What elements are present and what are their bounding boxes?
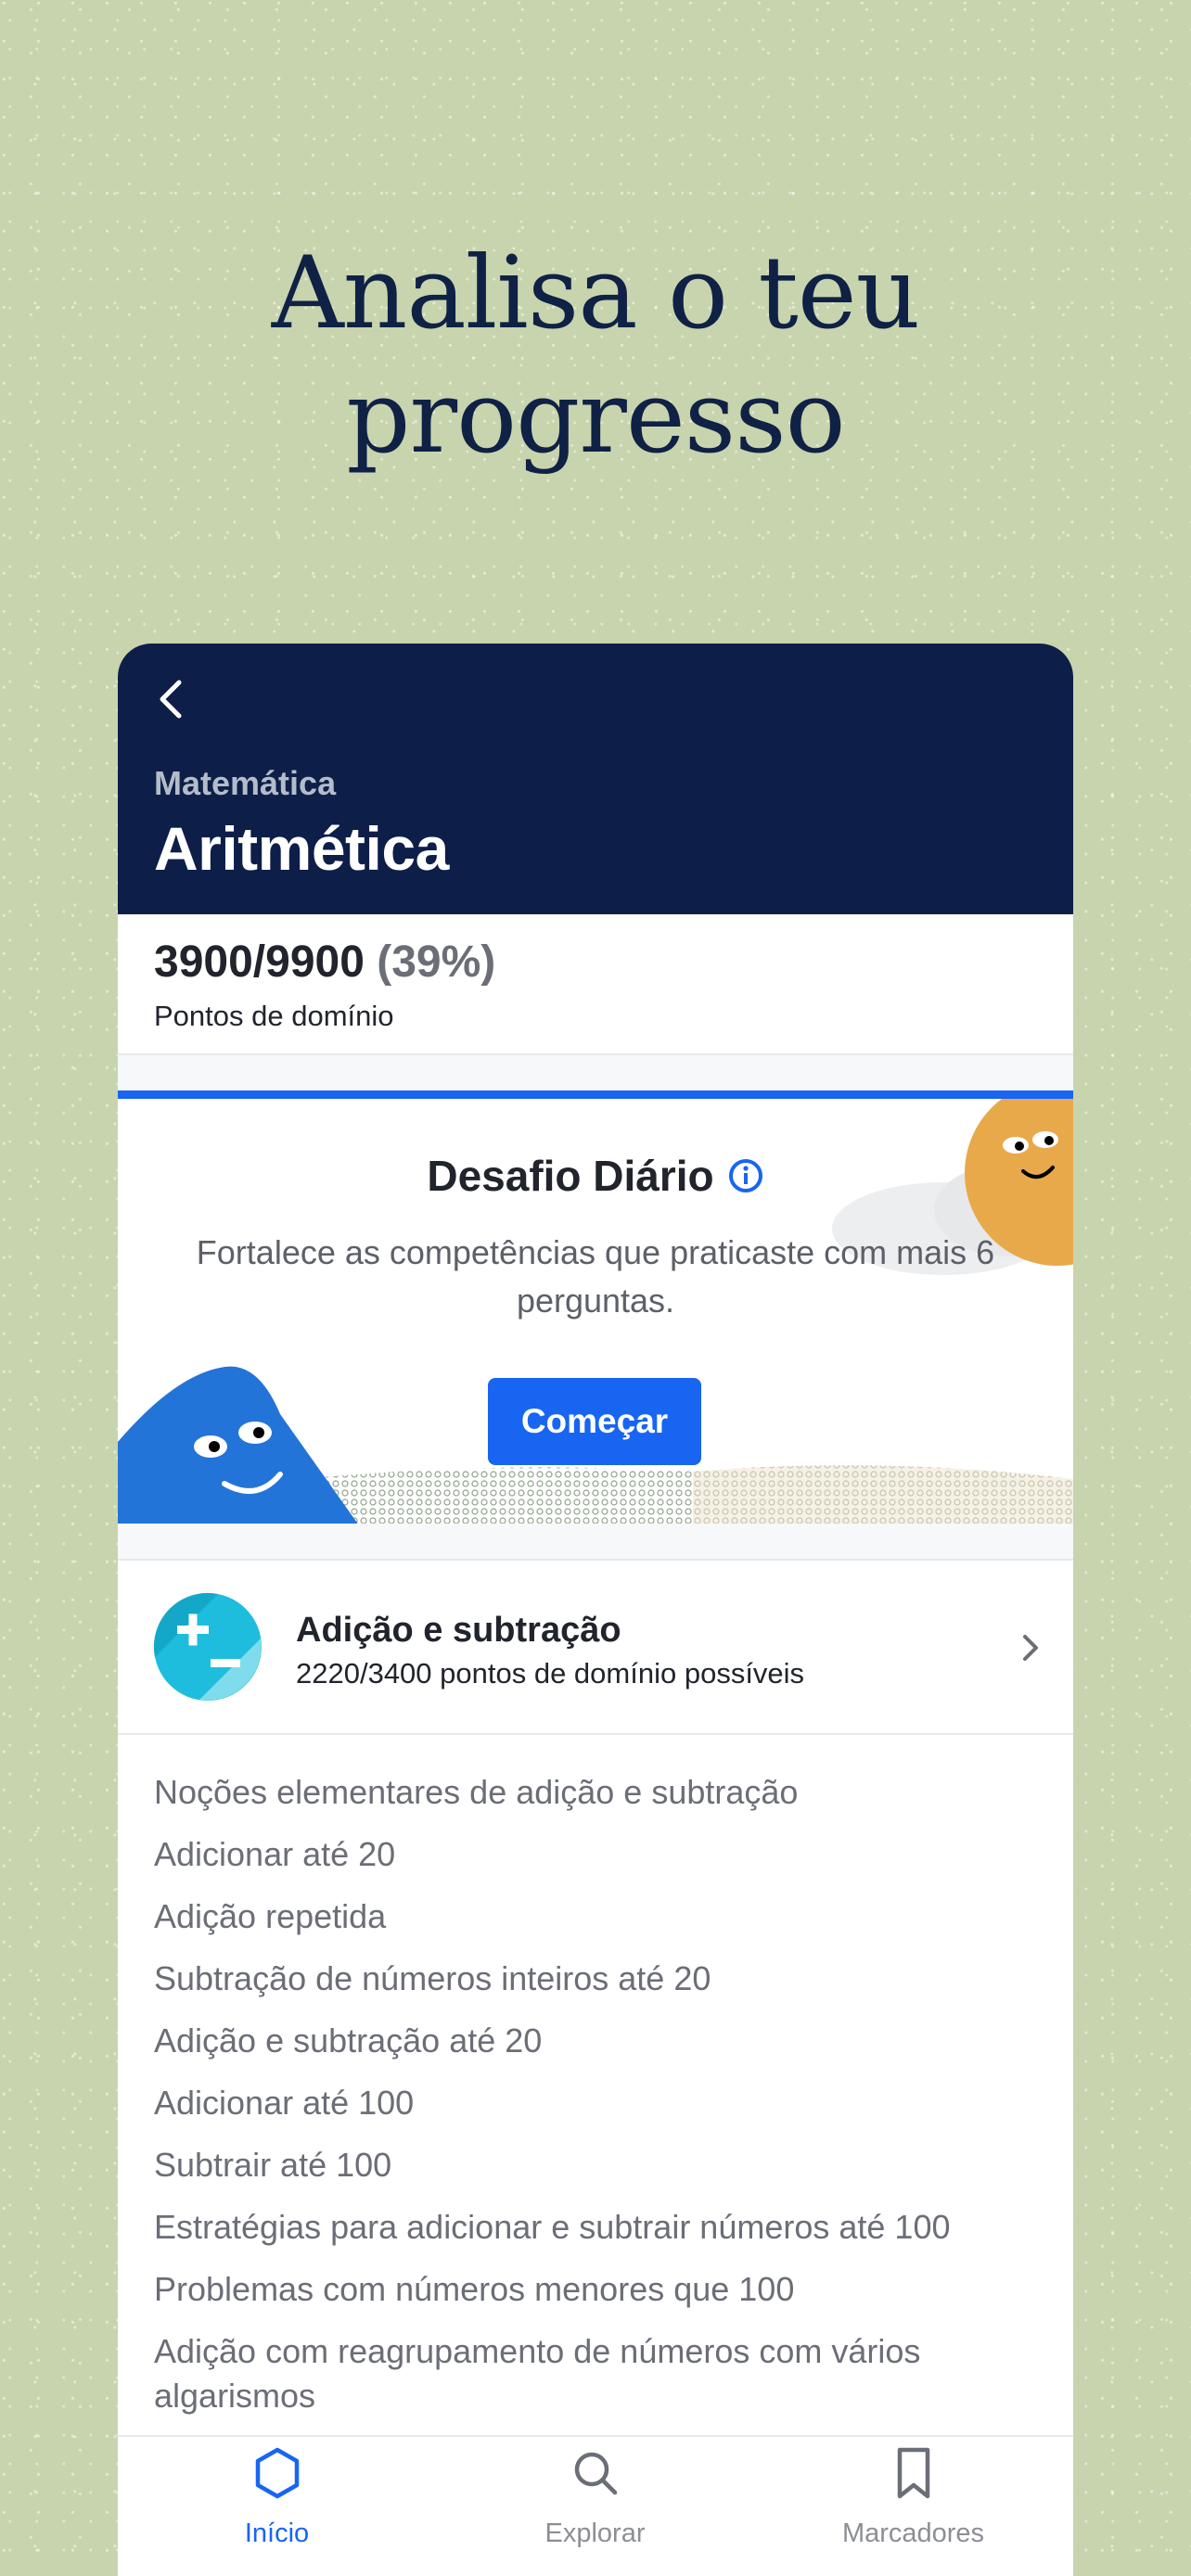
skill-row-addition-subtraction[interactable]: Adição e subtração 2220/3400 pontos de d… — [118, 1561, 1073, 1735]
mastery-points: 3900/9900 (39%) Pontos de domínio — [118, 914, 1073, 1055]
headline-line-1: Analisa o teu — [271, 236, 920, 351]
page-headline: Analisa o teu progresso — [0, 232, 1191, 480]
bottom-tab-bar: Início Explorar Marcadores — [118, 2435, 1073, 2576]
plus-minus-icon — [153, 1592, 262, 1701]
topic-item[interactable]: Problemas com números menores que 100 — [154, 2267, 1037, 2312]
points-percent: (39%) — [377, 937, 496, 987]
phone-screen: Matemática Aritmética 3900/9900 (39%) Po… — [118, 644, 1073, 2576]
tab-home[interactable]: Início — [118, 2437, 436, 2576]
daily-challenge-title-text: Desafio Diário — [427, 1152, 714, 1200]
topic-list: Noções elementares de adição e subtração… — [118, 1735, 1073, 2418]
blue-character-illustration — [118, 1366, 358, 1524]
topic-item[interactable]: Estratégias para adicionar e subtrair nú… — [154, 2205, 1037, 2250]
chevron-right-icon — [1023, 1635, 1038, 1661]
daily-challenge-description: Fortalece as competências que praticaste… — [196, 1233, 995, 1320]
skill-name: Adição e subtração — [296, 1611, 621, 1650]
bookmark-icon — [897, 2447, 929, 2499]
topic-item[interactable]: Adicionar até 20 — [154, 1832, 1037, 1877]
start-challenge-button[interactable]: Começar — [488, 1378, 701, 1465]
topic-item[interactable]: Noções elementares de adição e subtração — [154, 1770, 1037, 1815]
unit-header: Matemática Aritmética — [118, 644, 1073, 914]
info-icon[interactable] — [727, 1157, 764, 1194]
topic-item[interactable]: Adição repetida — [154, 1894, 1037, 1939]
skill-points: 2220/3400 pontos de domínio possíveis — [296, 1657, 805, 1690]
topic-item[interactable]: Adição e subtração até 20 — [154, 2019, 1037, 2063]
section-divider — [118, 1524, 1073, 1561]
subject-label: Matemática — [154, 764, 337, 802]
hexagon-icon — [255, 2447, 299, 2499]
tab-explore[interactable]: Explorar — [436, 2437, 754, 2576]
tab-bookmarks[interactable]: Marcadores — [754, 2437, 1072, 2576]
topic-item[interactable]: Adição com reagrupamento de números com … — [154, 2329, 1037, 2418]
tab-home-label: Início — [244, 2519, 310, 2548]
points-value: 3900/9900 — [154, 937, 365, 987]
section-divider — [118, 1055, 1073, 1090]
topic-item[interactable]: Subtrair até 100 — [154, 2143, 1037, 2187]
headline-line-2: progresso — [346, 360, 845, 476]
topic-item[interactable]: Subtração de números inteiros até 20 — [154, 1957, 1037, 2001]
search-icon — [574, 2452, 617, 2495]
tab-explore-label: Explorar — [544, 2519, 646, 2548]
mastery-points-value: 3900/9900 (39%) — [154, 937, 495, 988]
mastery-points-label: Pontos de domínio — [154, 1000, 394, 1032]
topic-item[interactable]: Adicionar até 100 — [154, 2081, 1037, 2125]
daily-challenge-title: Desafio Diário — [118, 1151, 1073, 1201]
tab-bookmarks-label: Marcadores — [841, 2519, 985, 2548]
daily-challenge-card: Desafio Diário Fortalece as competências… — [118, 1090, 1073, 1524]
back-arrow-icon[interactable] — [151, 677, 196, 721]
unit-title: Aritmética — [154, 814, 449, 883]
